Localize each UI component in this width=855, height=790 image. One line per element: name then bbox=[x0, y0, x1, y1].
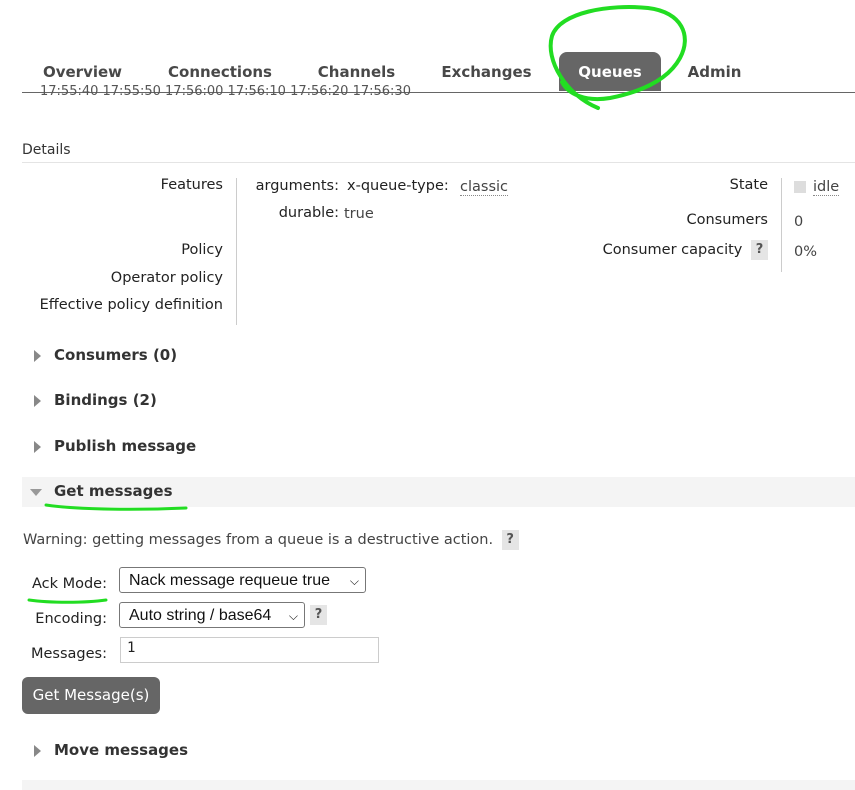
ack-mode-selected: Nack message requeue true bbox=[129, 572, 330, 589]
expand-triangle-icon bbox=[34, 441, 41, 453]
section-consumers[interactable]: Consumers (0) bbox=[22, 341, 855, 371]
warning-text: Warning: getting messages from a queue i… bbox=[23, 532, 494, 548]
policy-label: Policy bbox=[181, 242, 223, 258]
ack-mode-select[interactable]: Nack message requeue true ⌵ bbox=[119, 567, 366, 593]
consumer-capacity-value: 0% bbox=[794, 244, 818, 260]
features-label: Features bbox=[160, 177, 223, 193]
details-heading: Details bbox=[22, 142, 855, 163]
arguments-key: arguments: bbox=[255, 178, 339, 194]
chevron-down-icon: ⌵ bbox=[349, 574, 359, 588]
messages-count-input[interactable]: 1 bbox=[120, 637, 379, 663]
consumer-capacity-text: Consumer capacity bbox=[602, 242, 743, 258]
next-section-strip bbox=[22, 780, 855, 790]
help-icon[interactable]: ? bbox=[310, 605, 327, 625]
section-get-title: Get messages bbox=[54, 482, 173, 500]
section-move-messages[interactable]: Move messages bbox=[22, 736, 855, 766]
durable-value: true bbox=[344, 206, 374, 222]
operator-policy-label: Operator policy bbox=[110, 270, 223, 286]
help-icon[interactable]: ? bbox=[751, 240, 768, 260]
state-label: State bbox=[729, 177, 768, 193]
help-icon[interactable]: ? bbox=[501, 530, 519, 550]
consumers-label: Consumers bbox=[686, 212, 769, 228]
section-publish-title: Publish message bbox=[54, 437, 197, 455]
consumers-value: 0 bbox=[794, 214, 804, 230]
expand-triangle-icon bbox=[34, 350, 41, 362]
consumer-capacity-label: Consumer capacity ? bbox=[520, 240, 768, 260]
get-messages-button[interactable]: Get Message(s) bbox=[22, 677, 160, 714]
tab-exchanges[interactable]: Exchanges bbox=[434, 52, 539, 91]
section-consumers-title: Consumers (0) bbox=[54, 346, 178, 364]
queue-type-value: classic bbox=[460, 179, 508, 196]
section-move-title: Move messages bbox=[54, 741, 189, 759]
state-indicator-icon bbox=[794, 181, 806, 193]
details-divider bbox=[236, 178, 237, 325]
chart-time-axis-labels: 17:55:40 17:55:50 17:56:00 17:56:10 17:5… bbox=[40, 84, 411, 99]
encoding-label: Encoding: bbox=[35, 611, 107, 627]
state-divider bbox=[781, 178, 782, 272]
expand-triangle-icon bbox=[34, 395, 41, 407]
encoding-selected: Auto string / base64 bbox=[129, 607, 272, 624]
ack-mode-label: Ack Mode: bbox=[31, 576, 107, 592]
collapse-triangle-icon bbox=[30, 489, 42, 496]
encoding-select[interactable]: Auto string / base64 ⌵ bbox=[119, 602, 305, 628]
durable-key: durable: bbox=[278, 205, 339, 221]
tab-queues[interactable]: Queues bbox=[559, 52, 661, 91]
chevron-down-icon: ⌵ bbox=[288, 609, 298, 623]
queue-type-key: x-queue-type: bbox=[347, 178, 449, 194]
annotation-underline bbox=[27, 598, 108, 604]
tab-admin[interactable]: Admin bbox=[677, 52, 752, 91]
state-value: idle bbox=[813, 179, 840, 196]
expand-triangle-icon bbox=[34, 745, 41, 757]
section-bindings[interactable]: Bindings (2) bbox=[22, 386, 855, 416]
messages-label: Messages: bbox=[31, 646, 107, 662]
section-get-messages[interactable]: Get messages bbox=[22, 477, 855, 507]
destructive-warning: Warning: getting messages from a queue i… bbox=[23, 530, 519, 550]
section-publish-message[interactable]: Publish message bbox=[22, 432, 855, 462]
section-bindings-title: Bindings (2) bbox=[54, 391, 157, 409]
effective-policy-label: Effective policy definition bbox=[39, 297, 223, 313]
